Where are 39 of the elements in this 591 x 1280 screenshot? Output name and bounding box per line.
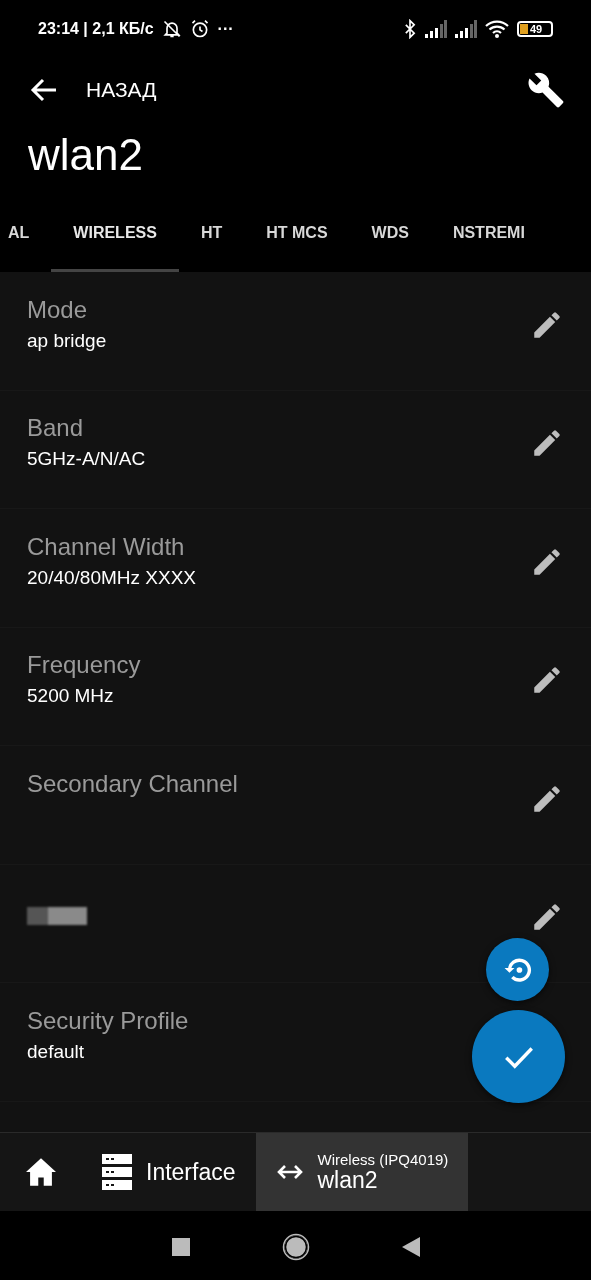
setting-label: Mode (27, 295, 88, 324)
tab[interactable]: NSTREMI (430, 196, 525, 272)
signal-icon (455, 20, 477, 38)
setting-label: Secondary Channel (27, 769, 238, 798)
tab[interactable]: WDS (349, 196, 431, 272)
setting-label: Frequency (27, 651, 141, 680)
home-icon (24, 1157, 58, 1187)
setting-label: Security Profile (27, 1006, 189, 1035)
server-icon (102, 1154, 132, 1190)
tab[interactable]: HT MCS (244, 196, 350, 272)
signal-icon (425, 20, 447, 38)
double-arrow-icon (275, 1164, 304, 1180)
setting-value: 20/40/80MHz XXXX (27, 566, 196, 589)
setting-value: default (27, 1040, 85, 1063)
breadcrumb[interactable]: Interface (82, 1133, 256, 1211)
back-arrow-icon (30, 78, 58, 102)
redacted-block (27, 907, 87, 926)
breadcrumb[interactable]: Wireless (IPQ4019) wlan2 (255, 1133, 469, 1211)
back-button[interactable]: НАЗАД (30, 78, 157, 102)
more-dots: ··· (217, 20, 234, 38)
back-triangle-icon[interactable] (401, 1237, 420, 1257)
status-time: 23:14 | 2,1 КБ/с (38, 20, 154, 38)
bluetooth-icon (403, 19, 417, 39)
battery-level: 49 (530, 23, 543, 35)
setting-value: 5GHz-A/N/AC (27, 448, 146, 471)
home-circle-icon[interactable] (281, 1233, 310, 1261)
bell-off-icon (161, 19, 182, 39)
setting-value: 5200 MHz (27, 685, 114, 708)
setting-label: Channel Width (27, 532, 185, 561)
tab[interactable]: AL (0, 196, 52, 272)
battery-fill (520, 24, 528, 34)
alarm-icon (189, 19, 210, 39)
wifi-icon (485, 20, 509, 38)
setting-value: ap bridge (27, 329, 107, 352)
tab[interactable]: HT (178, 196, 245, 272)
wrench-icon[interactable] (527, 71, 565, 109)
page-title: wlan2 (27, 129, 144, 181)
recents-icon[interactable] (171, 1238, 190, 1256)
setting-label: Band (27, 414, 84, 443)
